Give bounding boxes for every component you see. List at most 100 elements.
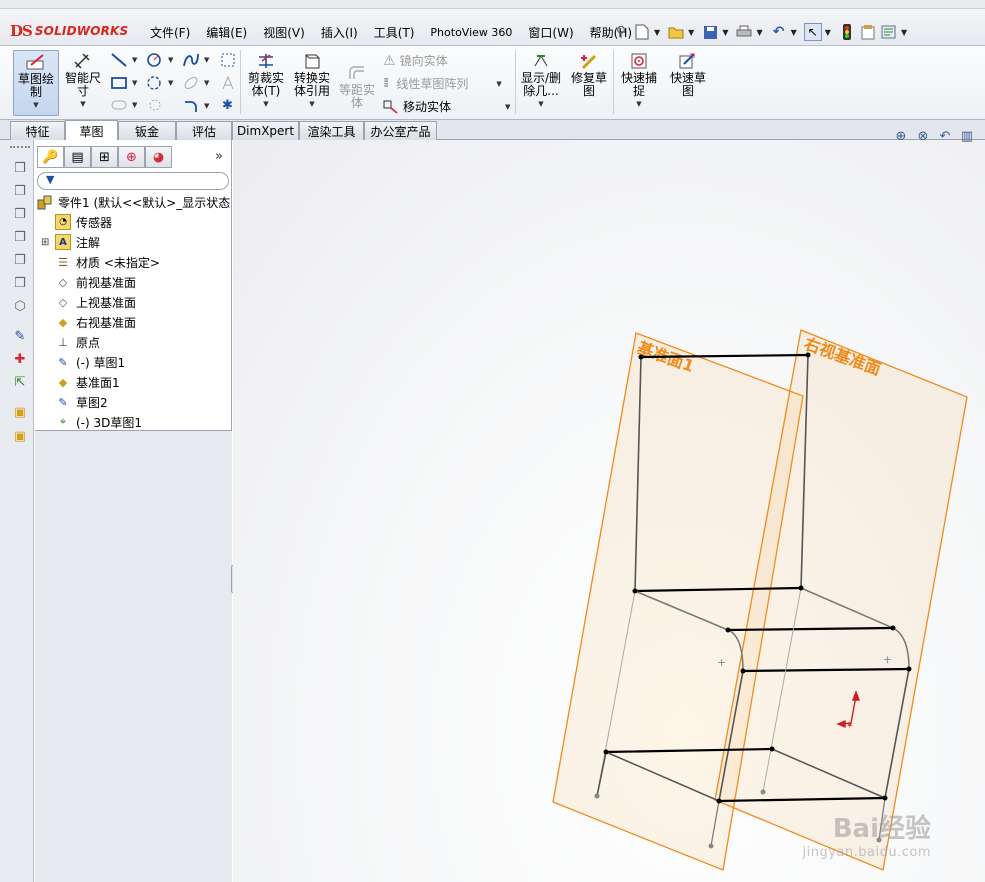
rectangle-dropdown-icon[interactable]: ▼ (132, 79, 137, 87)
tree-filter-input[interactable]: ▼ (37, 172, 229, 190)
tree-item-sketch1[interactable]: ✎ (-) 草图1 (55, 352, 125, 372)
menu-edit[interactable]: 编辑(E) (198, 24, 255, 41)
tab-sketch[interactable]: 草图 (65, 120, 118, 141)
zoom-to-fit-icon[interactable]: ⊕ (893, 128, 909, 144)
relations-dropdown-icon[interactable]: ▼ (538, 98, 543, 111)
traffic-light-icon[interactable] (838, 23, 856, 41)
text-tool[interactable] (220, 75, 236, 91)
tab-sheet-metal[interactable]: 钣金 (118, 121, 176, 140)
mirror-entities-button[interactable]: ⚠ 镜向实体 (383, 52, 448, 69)
view-back-icon[interactable]: ❒ (12, 183, 28, 199)
tree-item-sensors[interactable]: ◔ 传感器 (55, 212, 112, 232)
menu-insert[interactable]: 插入(I) (313, 24, 366, 41)
solidworks-logo[interactable]: DS SOLIDWORKS (10, 20, 128, 42)
add-relation-icon[interactable]: ✚ (12, 351, 28, 367)
slot-dropdown-icon[interactable]: ▼ (132, 101, 137, 109)
pin-icon[interactable]: ⚲ (612, 23, 630, 41)
ellipse-tool[interactable]: ▼ (182, 75, 209, 91)
layer2-icon[interactable]: ▣ (12, 428, 28, 444)
tree-item-plane1[interactable]: ◆ 基准面1 (55, 372, 120, 392)
tree-item-material[interactable]: ☰ 材质 <未指定> (55, 252, 160, 272)
offset-entities-button[interactable]: 等距实体 (337, 50, 377, 116)
display-delete-relations-button[interactable]: 显示/删除几... ▼ (518, 50, 564, 116)
edit-sketch-icon[interactable]: ✎ (12, 328, 28, 344)
file-properties-icon[interactable] (859, 23, 877, 41)
section-view-icon[interactable]: ▥ (959, 128, 975, 144)
polygon-dropdown-icon[interactable]: ▼ (168, 79, 173, 87)
sketch-button[interactable]: 草图绘制 ▼ (13, 50, 59, 116)
undo-icon[interactable]: ↶ (770, 23, 788, 41)
circle-tool[interactable]: ▼ (146, 52, 173, 68)
fillet-dropdown-icon[interactable]: ▼ (204, 102, 209, 110)
menu-window[interactable]: 窗口(W) (520, 24, 581, 41)
linear-pattern-button[interactable]: ⁞⁞⁞ 线性草图阵列 ▼ (383, 75, 502, 92)
view-bottom-icon[interactable]: ❒ (12, 275, 28, 291)
view-right-icon[interactable]: ❒ (12, 229, 28, 245)
expand-plus-icon[interactable]: ⊞ (41, 237, 55, 248)
new-dropdown-icon[interactable]: ▼ (654, 28, 660, 37)
options-icon[interactable] (880, 23, 898, 41)
construction-geometry-tool[interactable] (220, 52, 236, 68)
centerline-point-tool[interactable]: ✱ (222, 98, 233, 113)
open-folder-icon[interactable] (667, 23, 685, 41)
move-entities-dropdown-icon[interactable]: ▼ (505, 103, 510, 111)
propertymanager-tab-icon[interactable]: ▤ (64, 146, 91, 168)
convert-entities-dropdown-icon[interactable]: ▼ (309, 98, 314, 111)
tree-item-right-plane[interactable]: ◆ 右视基准面 (55, 312, 136, 332)
save-dropdown-icon[interactable]: ▼ (722, 28, 728, 37)
tree-item-3dsketch1[interactable]: ⌖ (-) 3D草图1 (55, 412, 142, 432)
tab-dimxpert[interactable]: DimXpert (232, 121, 299, 140)
open-dropdown-icon[interactable]: ▼ (688, 28, 694, 37)
linear-pattern-dropdown-icon[interactable]: ▼ (496, 80, 501, 88)
tab-features[interactable]: 特征 (10, 121, 65, 140)
rectangle-tool[interactable]: ▼ (110, 75, 137, 91)
zoom-to-area-icon[interactable]: ⊗ (915, 128, 931, 144)
trim-dropdown-icon[interactable]: ▼ (263, 98, 268, 111)
smart-dimension-button[interactable]: 智能尺寸 ▼ (62, 50, 104, 116)
configurationmanager-tab-icon[interactable]: ⊞ (91, 146, 118, 168)
previous-view-icon[interactable]: ↶ (937, 128, 953, 144)
quick-snaps-dropdown-icon[interactable]: ▼ (636, 98, 641, 111)
tree-root-part[interactable]: 零件1 (默认<<默认>_显示状态 (37, 192, 230, 212)
sketch-dropdown-icon[interactable]: ▼ (33, 99, 38, 112)
save-icon[interactable] (701, 23, 719, 41)
ellipse-dropdown-icon[interactable]: ▼ (204, 79, 209, 87)
new-document-icon[interactable] (633, 23, 651, 41)
options-dropdown-icon[interactable]: ▼ (901, 28, 907, 37)
tab-office-products[interactable]: 办公室产品 (364, 121, 437, 140)
spline-tool[interactable]: ▼ (182, 52, 209, 68)
tree-item-annotations[interactable]: ⊞ A 注解 (41, 232, 100, 252)
move-icon[interactable]: ⇱ (12, 374, 28, 390)
tree-item-sketch2[interactable]: ✎ 草图2 (55, 392, 107, 412)
point-tool[interactable] (146, 98, 164, 112)
rapid-sketch-button[interactable]: 快速草图 (666, 50, 710, 116)
menu-photoview[interactable]: PhotoView 360 (422, 26, 520, 39)
menu-file[interactable]: 文件(F) (142, 24, 198, 41)
dimxpertmanager-tab-icon[interactable]: ⊕ (118, 146, 145, 168)
tree-item-top-plane[interactable]: ◇ 上视基准面 (55, 292, 136, 312)
menu-tools[interactable]: 工具(T) (366, 24, 423, 41)
move-entities-button[interactable]: 移动实体 ▼ (383, 98, 510, 115)
polygon-tool[interactable]: ▼ (146, 75, 173, 91)
fillet-tool[interactable]: ▼ (182, 98, 209, 114)
smart-dimension-dropdown-icon[interactable]: ▼ (80, 98, 85, 111)
quick-snaps-button[interactable]: 快速捕捉 ▼ (617, 50, 661, 116)
select-cursor-icon[interactable]: ↖ (803, 23, 822, 41)
line-tool[interactable]: ▼ (110, 52, 137, 68)
view-top-icon[interactable]: ❒ (12, 252, 28, 268)
select-dropdown-icon[interactable]: ▼ (825, 28, 831, 37)
circle-dropdown-icon[interactable]: ▼ (168, 56, 173, 64)
tab-evaluate[interactable]: 评估 (176, 121, 232, 140)
menu-view[interactable]: 视图(V) (255, 24, 313, 41)
view-isometric-icon[interactable]: ⬡ (12, 298, 28, 314)
expand-tabs-icon[interactable]: » (215, 149, 223, 164)
graphics-area[interactable]: 基准面1 右视基准面 + + ✶ Bai经验 jingyan.baidu.com (233, 140, 985, 882)
tree-item-origin[interactable]: ⊥ 原点 (55, 332, 100, 352)
repair-sketch-button[interactable]: 修复草图 (568, 50, 610, 116)
tree-item-front-plane[interactable]: ◇ 前视基准面 (55, 272, 136, 292)
trim-button[interactable]: 剪裁实体(T) ▼ (245, 50, 287, 116)
displaymanager-tab-icon[interactable]: ◕ (145, 146, 172, 168)
featuremanager-tab-icon[interactable]: 🔑 (37, 146, 64, 168)
layer-icon[interactable]: ▣ (12, 404, 28, 420)
print-dropdown-icon[interactable]: ▼ (756, 28, 762, 37)
